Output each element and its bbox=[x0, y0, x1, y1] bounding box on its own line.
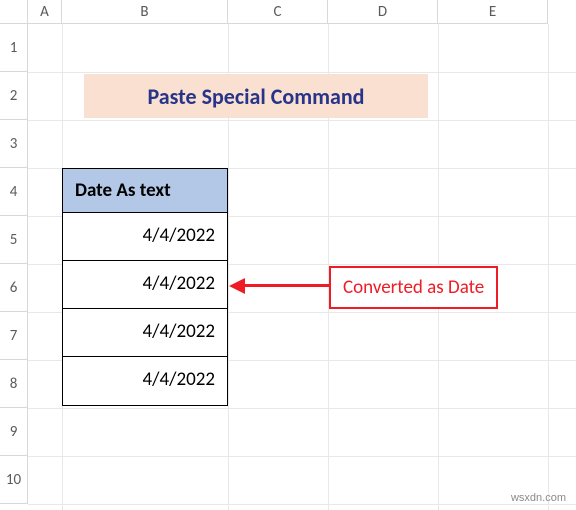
row-header-3[interactable]: 3 bbox=[0, 120, 28, 168]
table-cell[interactable]: 4/4/2022 bbox=[63, 309, 227, 357]
column-header-row: A B C D E bbox=[0, 0, 576, 24]
table-cell[interactable]: 4/4/2022 bbox=[63, 213, 227, 261]
row-header-2[interactable]: 2 bbox=[0, 72, 28, 120]
row-header-5[interactable]: 5 bbox=[0, 216, 28, 264]
row-header-10[interactable]: 10 bbox=[0, 456, 28, 504]
table-cell[interactable]: 4/4/2022 bbox=[63, 357, 227, 405]
row-header-4[interactable]: 4 bbox=[0, 168, 28, 216]
column-header-B[interactable]: B bbox=[62, 0, 228, 24]
row-header-1[interactable]: 1 bbox=[0, 24, 28, 72]
row-header-8[interactable]: 8 bbox=[0, 360, 28, 408]
column-header-D[interactable]: D bbox=[328, 0, 438, 24]
row-header-6[interactable]: 6 bbox=[0, 264, 28, 312]
row-header-9[interactable]: 9 bbox=[0, 408, 28, 456]
row-header-7[interactable]: 7 bbox=[0, 312, 28, 360]
column-header-A[interactable]: A bbox=[28, 0, 62, 24]
table-header[interactable]: Date As text bbox=[63, 169, 227, 213]
watermark: wsxdn.com bbox=[511, 492, 566, 504]
title-banner: Paste Special Command bbox=[84, 74, 428, 118]
table-cell[interactable]: 4/4/2022 bbox=[63, 261, 227, 309]
select-all-corner[interactable] bbox=[0, 0, 28, 24]
column-header-C[interactable]: C bbox=[228, 0, 328, 24]
data-table: Date As text 4/4/2022 4/4/2022 4/4/2022 … bbox=[62, 168, 228, 406]
title-text: Paste Special Command bbox=[148, 83, 365, 110]
column-header-E[interactable]: E bbox=[438, 0, 548, 24]
spreadsheet: A B C D E 1 2 3 4 5 6 7 8 9 10 Paste Spe… bbox=[0, 0, 576, 510]
